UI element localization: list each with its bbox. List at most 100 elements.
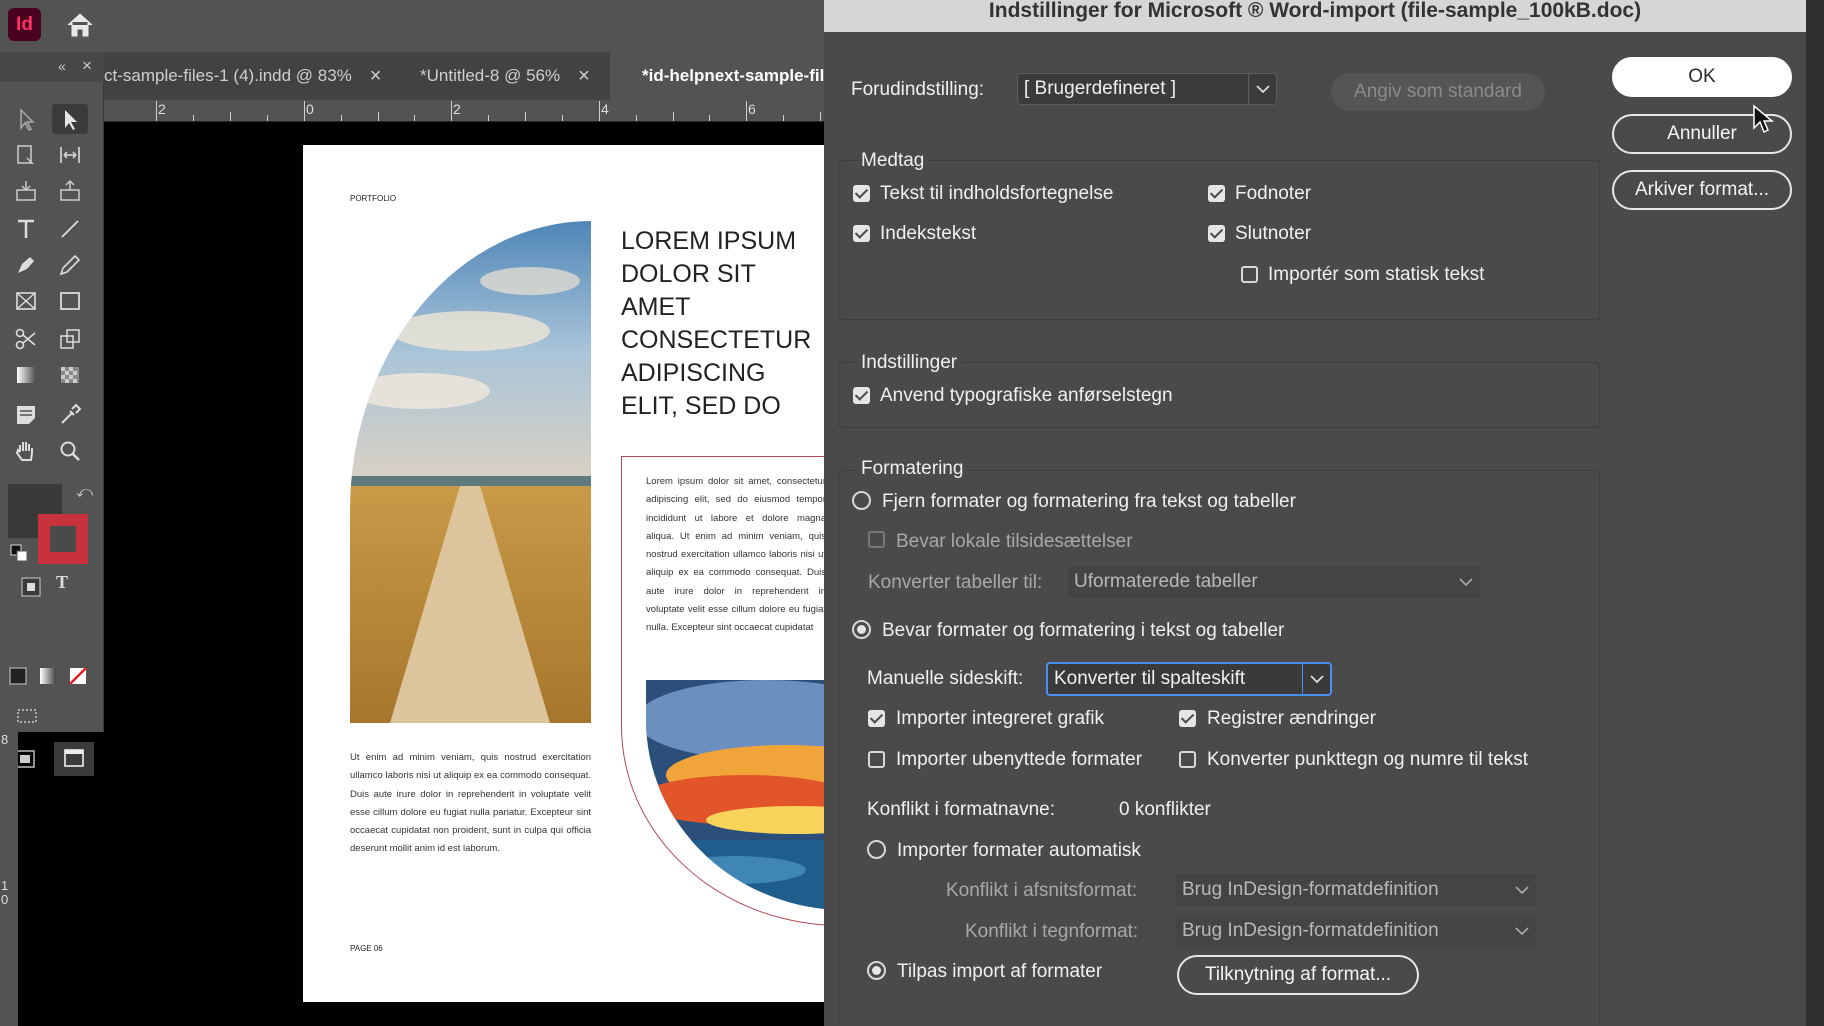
ruler-label: 1	[1, 878, 9, 893]
tab-sample-files[interactable]: ct-sample-files-1 (4).indd @ 83% ×	[104, 52, 386, 100]
page-tool-icon[interactable]	[8, 140, 44, 170]
inline-graphics-label: Importer integreret grafik	[896, 708, 1105, 729]
indesign-logo: Id	[8, 8, 41, 41]
tab-helpnext-sample[interactable]: *id-helpnext-sample-file	[610, 52, 824, 100]
default-colors-icon[interactable]	[10, 544, 28, 562]
content-collector-icon[interactable]	[8, 176, 44, 206]
preview-mode-icon[interactable]	[54, 742, 94, 776]
collapse-icon[interactable]: «	[58, 58, 66, 74]
zoom-tool-icon[interactable]	[52, 436, 88, 466]
ruler-label: 0	[306, 101, 314, 117]
footnotes-checkbox[interactable]	[1208, 185, 1225, 202]
home-icon[interactable]	[64, 10, 96, 40]
set-default-button[interactable]: Angiv som standard	[1331, 73, 1545, 111]
customize-import-label: Tilpas import af formater	[897, 961, 1103, 982]
gradient-feather-tool-icon[interactable]	[52, 360, 88, 390]
toc-checkbox[interactable]	[853, 185, 870, 202]
headline: LOREM IPSUM DOLOR SIT AMET CONSECTETUR A…	[621, 227, 812, 420]
selection-tool-icon[interactable]	[8, 104, 44, 134]
index-checkbox[interactable]	[853, 225, 870, 242]
type-tool-icon[interactable]	[8, 214, 44, 244]
auto-import-radio[interactable]	[867, 840, 886, 859]
formatting-text-icon[interactable]: T	[56, 572, 68, 593]
right-panel-edge	[1806, 0, 1824, 1026]
tab-label: ct-sample-files-1 (4).indd @ 83%	[104, 66, 352, 85]
close-icon[interactable]: ×	[578, 65, 590, 88]
static-text-checkbox[interactable]	[1241, 266, 1258, 283]
convert-bullets-checkbox[interactable]	[1179, 751, 1196, 768]
track-changes-checkbox[interactable]	[1179, 710, 1196, 727]
screen: { "app": { "logo_text": "Id", "tabs": [ …	[0, 0, 1824, 1026]
paragraph-conflict-value: Brug InDesign-formatdefinition	[1182, 879, 1439, 900]
style-conflict-label: Konflikt i formatnavne:	[867, 799, 1055, 820]
document-page[interactable]: PORTFOLIO LOREM IPSUM DOLOR SIT AMET CON…	[303, 145, 824, 1002]
stroke-swatch[interactable]	[38, 514, 88, 564]
style-conflict-value: 0 konflikter	[1119, 799, 1211, 820]
close-icon[interactable]: ×	[370, 65, 382, 88]
formatting-container-icon[interactable]	[20, 576, 42, 598]
sunset-painting[interactable]	[646, 680, 824, 910]
ok-button[interactable]: OK	[1612, 57, 1792, 97]
auto-import-label: Importer formater automatisk	[897, 840, 1141, 861]
character-conflict-label: Konflikt i tegnformat:	[965, 921, 1139, 942]
save-preset-button[interactable]: Arkiver format...	[1612, 170, 1792, 210]
preserve-formatting-radio[interactable]	[852, 620, 871, 639]
free-transform-tool-icon[interactable]	[52, 324, 88, 354]
customize-import-radio[interactable]	[867, 961, 886, 980]
preset-value: [ Brugerdefineret ]	[1024, 78, 1177, 99]
inline-graphics-checkbox[interactable]	[868, 710, 885, 727]
endnotes-checkbox[interactable]	[1208, 225, 1225, 242]
character-conflict-value: Brug InDesign-formatdefinition	[1182, 920, 1439, 941]
rectangle-tool-icon[interactable]	[52, 286, 88, 316]
tools-panel-header: « ×	[0, 52, 104, 82]
remove-formatting-radio[interactable]	[852, 491, 871, 510]
app-bar: Id	[0, 0, 824, 52]
pen-tool-icon[interactable]	[8, 250, 44, 280]
hand-tool-icon[interactable]	[8, 436, 44, 466]
apply-none-icon[interactable]	[68, 666, 88, 686]
unused-styles-checkbox[interactable]	[868, 751, 885, 768]
vertical-ruler: 8 1 0	[0, 732, 18, 1026]
ruler-label: 2	[453, 101, 461, 117]
swap-colors-icon[interactable]: ⤺	[76, 484, 93, 502]
convert-tables-select[interactable]: Uformaterede tabeller	[1068, 566, 1480, 598]
close-icon[interactable]: ×	[82, 56, 92, 76]
apply-color-icon[interactable]	[8, 666, 28, 686]
options-title: Indstillinger	[857, 352, 962, 374]
manual-breaks-label: Manuelle sideskift:	[867, 668, 1024, 689]
slideshow-icon[interactable]	[14, 704, 40, 726]
gradient-tool-icon[interactable]	[8, 360, 44, 390]
page-number: PAGE 06	[350, 944, 383, 953]
convert-bullets-label: Konverter punkttegn og numre til tekst	[1207, 749, 1529, 770]
direct-selection-tool-icon[interactable]	[52, 104, 88, 134]
pencil-tool-icon[interactable]	[52, 250, 88, 280]
ruler-label: 6	[748, 101, 756, 117]
gap-tool-icon[interactable]	[52, 140, 88, 170]
typographer-quotes-label: Anvend typografiske anførselstegn	[880, 385, 1173, 406]
static-text-label: Importér som statisk tekst	[1268, 264, 1485, 285]
preset-select[interactable]: [ Brugerdefineret ]	[1017, 73, 1277, 105]
manual-breaks-select[interactable]: Konverter til spalteskift	[1046, 662, 1332, 696]
line-tool-icon[interactable]	[52, 214, 88, 244]
chevron-down-icon	[1508, 915, 1536, 947]
rectangle-frame-tool-icon[interactable]	[8, 286, 44, 316]
eyedropper-tool-icon[interactable]	[52, 400, 88, 430]
chevron-down-icon	[1248, 74, 1276, 104]
character-conflict-select[interactable]: Brug InDesign-formatdefinition	[1176, 915, 1536, 947]
paragraph-conflict-select[interactable]: Brug InDesign-formatdefinition	[1176, 874, 1536, 906]
style-mapping-button[interactable]: Tilknytning af format...	[1177, 955, 1419, 995]
ruler-label: 4	[601, 101, 609, 117]
apply-gradient-icon[interactable]	[38, 666, 58, 686]
content-placer-icon[interactable]	[52, 176, 88, 206]
note-tool-icon[interactable]	[8, 400, 44, 430]
scissors-tool-icon[interactable]	[8, 324, 44, 354]
keep-local-overrides-checkbox[interactable]	[868, 531, 885, 548]
typographer-quotes-checkbox[interactable]	[853, 387, 870, 404]
tab-untitled-8[interactable]: *Untitled-8 @ 56% ×	[400, 52, 600, 100]
preset-label: Forudindstilling:	[851, 79, 985, 100]
index-label: Indekstekst	[880, 223, 977, 244]
field-painting[interactable]	[350, 221, 591, 723]
convert-tables-value: Uformaterede tabeller	[1074, 571, 1258, 592]
formatting-title: Formatering	[857, 458, 968, 480]
convert-tables-label: Konverter tabeller til:	[868, 572, 1043, 593]
